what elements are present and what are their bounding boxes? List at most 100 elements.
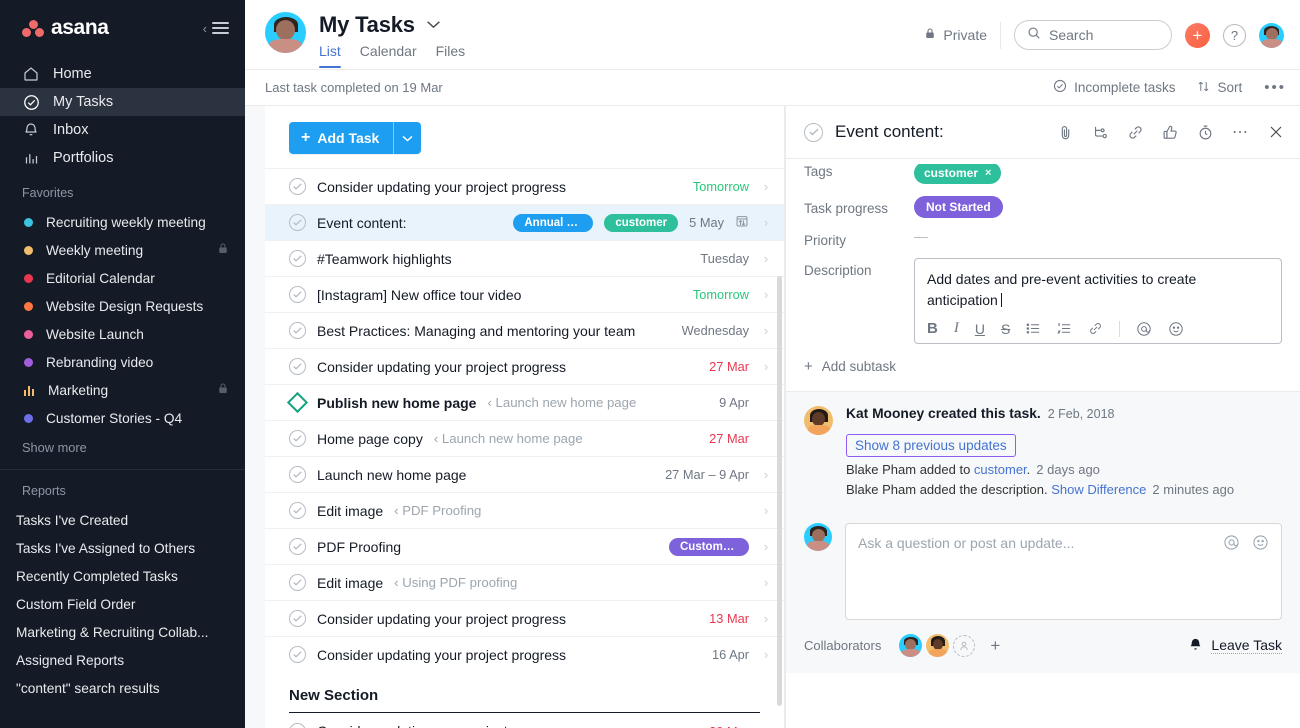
add-task-main[interactable]: + Add Task bbox=[289, 122, 394, 154]
thumbs-up-icon[interactable] bbox=[1162, 124, 1179, 141]
chevron-right-icon[interactable]: › bbox=[760, 647, 772, 662]
task-complete-checkbox[interactable] bbox=[804, 122, 823, 142]
avatar[interactable] bbox=[804, 523, 832, 551]
section-header[interactable]: New Section bbox=[289, 676, 760, 713]
report-item-marketing-recruiting[interactable]: Marketing & Recruiting Collab... bbox=[0, 618, 245, 646]
task-complete-checkbox[interactable] bbox=[289, 214, 306, 231]
mention-icon[interactable] bbox=[1223, 534, 1240, 556]
avatar[interactable] bbox=[926, 634, 950, 657]
favorite-item-rebranding-video[interactable]: Rebranding video bbox=[0, 348, 245, 376]
attachment-icon[interactable] bbox=[1057, 124, 1074, 141]
field-value[interactable]: — bbox=[914, 228, 1282, 246]
table-row[interactable]: Edit image ‹ Using PDF proofing › bbox=[265, 564, 784, 600]
person-outline-icon[interactable] bbox=[953, 634, 976, 657]
bulleted-list-icon[interactable] bbox=[1026, 322, 1041, 335]
report-item-assigned-reports[interactable]: Assigned Reports bbox=[0, 646, 245, 674]
avatar[interactable] bbox=[804, 406, 833, 435]
subtask-icon[interactable] bbox=[1092, 124, 1109, 141]
chevron-right-icon[interactable]: › bbox=[760, 539, 772, 554]
emoji-icon[interactable] bbox=[1252, 534, 1269, 556]
task-complete-checkbox[interactable] bbox=[289, 538, 306, 555]
milestone-diamond-icon[interactable] bbox=[286, 391, 309, 414]
chevron-right-icon[interactable]: › bbox=[760, 467, 772, 482]
add-subtask-button[interactable]: + Add subtask bbox=[786, 344, 1300, 391]
add-collaborator-button[interactable]: + bbox=[990, 636, 1000, 656]
chevron-right-icon[interactable]: › bbox=[760, 575, 772, 590]
leave-task-button[interactable]: Leave Task bbox=[1188, 637, 1282, 655]
avatar[interactable] bbox=[265, 12, 306, 53]
table-row[interactable]: #Teamwork highlights Tuesday › bbox=[265, 240, 784, 276]
table-row[interactable]: Best Practices: Managing and mentoring y… bbox=[265, 312, 784, 348]
sidebar-item-my-tasks[interactable]: My Tasks bbox=[0, 88, 245, 116]
task-complete-checkbox[interactable] bbox=[289, 322, 306, 339]
description-editor[interactable]: Add dates and pre-event activities to cr… bbox=[914, 258, 1282, 344]
tag-chip[interactable]: customer × bbox=[914, 164, 1002, 184]
detail-task-title[interactable]: Event content: bbox=[835, 122, 944, 142]
mention-icon[interactable] bbox=[1136, 321, 1152, 337]
table-row[interactable]: PDF Proofing Custome... › bbox=[265, 528, 784, 564]
link-icon[interactable] bbox=[1088, 321, 1103, 336]
report-item-content-search[interactable]: "content" search results bbox=[0, 674, 245, 702]
favorite-item-marketing[interactable]: Marketing bbox=[0, 376, 245, 404]
more-options-button[interactable]: ••• bbox=[1264, 79, 1286, 96]
collapse-sidebar-button[interactable]: ‹ bbox=[203, 21, 229, 36]
task-complete-checkbox[interactable] bbox=[289, 286, 306, 303]
task-complete-checkbox[interactable] bbox=[289, 466, 306, 483]
add-task-button[interactable]: + Add Task bbox=[289, 122, 422, 154]
chevron-right-icon[interactable]: › bbox=[760, 215, 772, 230]
table-row[interactable]: Publish new home page ‹ Launch new home … bbox=[265, 384, 784, 420]
tab-calendar[interactable]: Calendar bbox=[360, 43, 417, 68]
remove-tag-icon[interactable]: × bbox=[985, 167, 991, 179]
timer-icon[interactable] bbox=[1197, 124, 1214, 141]
quick-add-button[interactable]: + bbox=[1185, 22, 1210, 48]
underline-icon[interactable]: U bbox=[975, 321, 985, 337]
favorite-item-editorial-calendar[interactable]: Editorial Calendar bbox=[0, 264, 245, 292]
chevron-right-icon[interactable]: › bbox=[760, 611, 772, 626]
list-scrollbar[interactable] bbox=[777, 276, 782, 706]
chevron-right-icon[interactable]: › bbox=[760, 359, 772, 374]
numbered-list-icon[interactable] bbox=[1057, 322, 1072, 335]
asana-logo[interactable]: asana bbox=[22, 16, 109, 40]
tab-files[interactable]: Files bbox=[436, 43, 466, 68]
chevron-right-icon[interactable]: › bbox=[760, 179, 772, 194]
chevron-down-icon[interactable] bbox=[426, 16, 441, 34]
strikethrough-icon[interactable]: S bbox=[1001, 321, 1010, 337]
chevron-right-icon[interactable]: › bbox=[760, 503, 772, 518]
task-tag-pill[interactable]: Annual c... bbox=[513, 213, 594, 232]
italic-icon[interactable]: I bbox=[954, 320, 959, 337]
favorite-item-customer-stories-q4[interactable]: Customer Stories - Q4 bbox=[0, 404, 245, 432]
report-item-tasks-ive-created[interactable]: Tasks I've Created bbox=[0, 506, 245, 534]
table-row[interactable]: Event content: Annual c... customer 5 Ma… bbox=[265, 204, 784, 240]
detail-more-options-button[interactable]: ⋯ bbox=[1232, 122, 1250, 142]
chevron-right-icon[interactable]: › bbox=[760, 724, 772, 728]
task-tag-pill[interactable]: Custome... bbox=[669, 537, 749, 556]
link-icon[interactable] bbox=[1127, 124, 1144, 141]
table-row[interactable]: Consider updating your project progress … bbox=[265, 168, 784, 204]
avatar[interactable] bbox=[899, 634, 923, 657]
activity-entry-link[interactable]: Show Difference bbox=[1051, 482, 1146, 497]
task-complete-checkbox[interactable] bbox=[289, 430, 306, 447]
close-icon[interactable] bbox=[1268, 124, 1284, 140]
task-complete-checkbox[interactable] bbox=[289, 250, 306, 267]
table-row[interactable]: Launch new home page 27 Mar – 9 Apr › bbox=[265, 456, 784, 492]
task-complete-checkbox[interactable] bbox=[289, 178, 306, 195]
search-input[interactable]: Search bbox=[1014, 20, 1172, 50]
task-complete-checkbox[interactable] bbox=[289, 722, 306, 728]
report-item-tasks-ive-assigned[interactable]: Tasks I've Assigned to Others bbox=[0, 534, 245, 562]
task-progress-chip[interactable]: Not Started bbox=[914, 196, 1003, 218]
sidebar-item-home[interactable]: Home bbox=[0, 60, 245, 88]
favorite-item-website-launch[interactable]: Website Launch bbox=[0, 320, 245, 348]
chevron-right-icon[interactable]: › bbox=[760, 287, 772, 302]
privacy-toggle[interactable]: Private bbox=[924, 27, 987, 43]
incomplete-tasks-filter-button[interactable]: Incomplete tasks bbox=[1053, 79, 1175, 96]
table-row[interactable]: Home page copy ‹ Launch new home page 27… bbox=[265, 420, 784, 456]
table-row[interactable]: Consider updating your project progress … bbox=[265, 348, 784, 384]
report-item-custom-field-order[interactable]: Custom Field Order bbox=[0, 590, 245, 618]
task-complete-checkbox[interactable] bbox=[289, 358, 306, 375]
tab-list[interactable]: List bbox=[319, 43, 341, 68]
bold-icon[interactable]: B bbox=[927, 320, 938, 337]
show-more-favorites-button[interactable]: Show more bbox=[0, 432, 245, 455]
chevron-right-icon[interactable]: › bbox=[760, 251, 772, 266]
task-complete-checkbox[interactable] bbox=[289, 502, 306, 519]
comment-input[interactable]: Ask a question or post an update... bbox=[845, 523, 1282, 620]
